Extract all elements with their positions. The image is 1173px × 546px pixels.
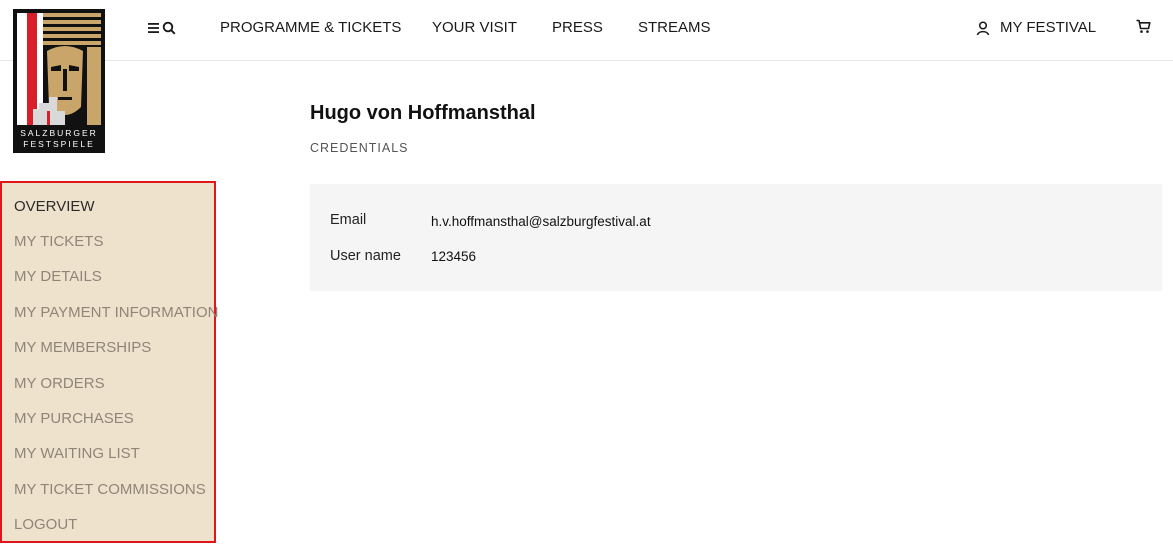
username-label: User name	[330, 248, 401, 264]
festival-logo[interactable]: SALZBURGER FESTSPIELE	[13, 9, 105, 153]
account-sidebar: OVERVIEW MY TICKETS MY DETAILS MY PAYMEN…	[0, 181, 218, 543]
email-value: h.v.hoffmansthal@salzburgfestival.at	[431, 214, 651, 229]
nav-press[interactable]: PRESS	[552, 19, 603, 37]
my-festival-label: MY FESTIVAL	[1000, 19, 1097, 36]
user-icon	[976, 20, 990, 35]
menu-icon[interactable]	[148, 22, 160, 34]
logo-text-line2: FESTSPIELE	[23, 139, 95, 149]
logo-artwork: SALZBURGER FESTSPIELE	[15, 11, 103, 151]
sidebar-item-my-memberships[interactable]: MY MEMBERSHIPS	[14, 339, 151, 357]
sidebar-item-my-tickets[interactable]: MY TICKETS	[14, 233, 103, 251]
search-icon[interactable]	[162, 21, 176, 35]
site-header: PROGRAMME & TICKETS YOUR VISIT PRESS STR…	[0, 0, 1173, 61]
cart-button[interactable]	[1136, 19, 1151, 39]
sidebar-item-my-payment-information[interactable]: MY PAYMENT INFORMATION	[14, 304, 218, 322]
sidebar-item-overview[interactable]: OVERVIEW	[14, 198, 95, 216]
sidebar-item-logout[interactable]: LOGOUT	[14, 516, 77, 534]
sidebar-item-my-orders[interactable]: MY ORDERS	[14, 375, 105, 393]
menu-search-toggle[interactable]	[148, 19, 176, 37]
username-value: 123456	[431, 249, 477, 264]
my-festival-link[interactable]: MY FESTIVAL	[976, 19, 1096, 37]
nav-streams[interactable]: STREAMS	[638, 19, 711, 37]
credentials-section-label: CREDENTIALS	[310, 141, 409, 155]
logo-text-line1: SALZBURGER	[20, 128, 98, 138]
nav-your-visit[interactable]: YOUR VISIT	[432, 19, 517, 37]
nav-programme-tickets[interactable]: PROGRAMME & TICKETS	[220, 19, 401, 37]
sidebar-item-my-details[interactable]: MY DETAILS	[14, 268, 102, 286]
sidebar-item-my-purchases[interactable]: MY PURCHASES	[14, 410, 134, 428]
email-label: Email	[330, 212, 367, 228]
cart-icon	[1136, 19, 1151, 33]
sidebar-item-my-waiting-list[interactable]: MY WAITING LIST	[14, 445, 140, 463]
credentials-panel: Email h.v.hoffmansthal@salzburgfestival.…	[310, 184, 1162, 291]
user-name-heading: Hugo von Hoffmansthal	[310, 102, 536, 124]
sidebar-item-my-ticket-commissions[interactable]: MY TICKET COMMISSIONS	[14, 481, 206, 499]
